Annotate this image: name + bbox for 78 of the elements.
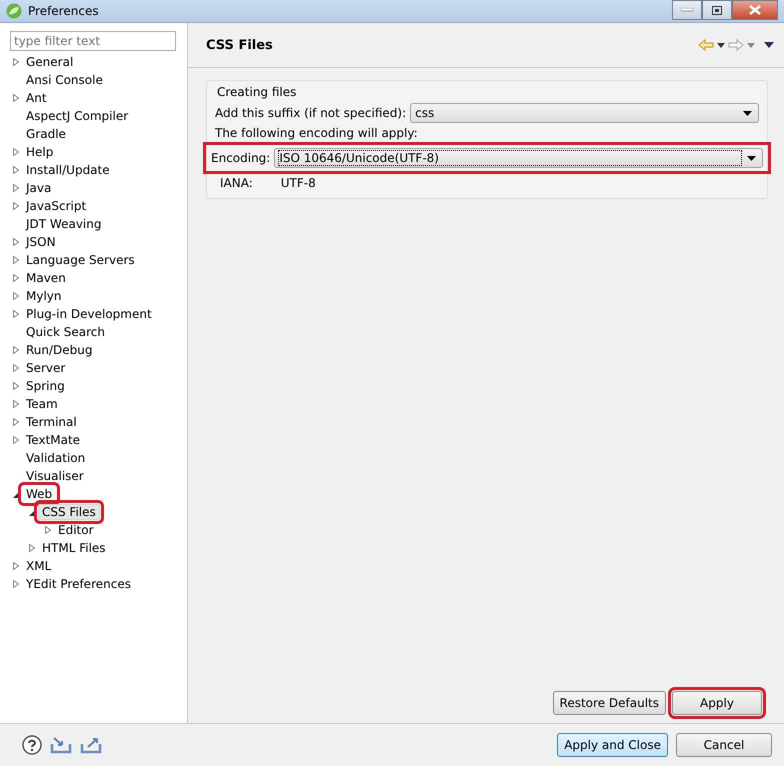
tree-item[interactable]: Ansi Console [22,72,107,88]
tree-item[interactable]: Server [22,360,70,376]
tree-item[interactable]: Spring [22,378,69,394]
tree-item[interactable]: Plug-in Development [22,306,156,322]
collapsed-arrow-icon[interactable] [13,184,19,192]
tree-item[interactable]: Java [22,180,56,196]
help-icon[interactable] [22,735,42,755]
close-icon [749,5,761,15]
collapsed-arrow-icon[interactable] [13,562,19,570]
close-button[interactable] [732,0,778,20]
encoding-label: Encoding: [211,151,270,165]
tree-item[interactable]: Mylyn [22,288,66,304]
minimize-button[interactable] [672,0,702,20]
collapsed-arrow-icon[interactable] [13,58,19,66]
group-title: Creating files [217,85,298,99]
tree-item[interactable]: JavaScript [22,198,90,214]
restore-icon [712,6,722,14]
iana-label: IANA: [220,176,253,190]
page-title: CSS Files [206,38,273,52]
suffix-label: Add this suffix (if not specified): [215,106,406,120]
collapsed-arrow-icon[interactable] [13,166,19,174]
page-button[interactable]: Restore Defaults [552,691,666,715]
tree-item[interactable]: Team [22,396,62,412]
collapsed-arrow-icon[interactable] [13,382,19,390]
collapsed-arrow-icon[interactable] [29,544,35,552]
maximize-button[interactable] [702,0,732,20]
minimize-icon [681,8,693,12]
tree-item[interactable]: General [22,54,78,70]
collapsed-arrow-icon[interactable] [13,94,19,102]
collapsed-arrow-icon[interactable] [13,148,19,156]
tree-item[interactable]: AspectJ Compiler [22,108,132,124]
dropdown-icon[interactable] [717,42,725,48]
dropdown-arrow-icon [747,156,756,160]
collapsed-arrow-icon[interactable] [13,202,19,210]
tree-item[interactable]: Install/Update [22,162,114,178]
collapsed-arrow-icon[interactable] [13,256,19,264]
tree-item[interactable]: JDT Weaving [22,216,106,232]
tree-item[interactable]: Quick Search [22,324,109,340]
collapsed-arrow-icon[interactable] [45,526,51,534]
filter-field[interactable]: type filter text [10,31,176,51]
import-icon[interactable] [50,736,72,754]
encoding-note: The following encoding will apply: [215,126,419,140]
dropdown-arrow-icon [743,110,752,116]
collapsed-arrow-icon[interactable] [13,292,19,300]
tree-item[interactable]: Run/Debug [22,342,97,358]
encoding-dropdown[interactable]: ISO 10646/Unicode(UTF-8) [274,148,763,168]
tree-item[interactable]: Editor [54,522,98,538]
window-title: Preferences [28,4,99,18]
tree-item[interactable]: TextMate [22,432,84,448]
tree-item[interactable]: Language Servers [22,252,139,268]
tree-item[interactable]: JSON [22,234,60,250]
leaf-logo-icon [6,3,22,19]
iana-value: UTF-8 [280,176,316,190]
collapsed-arrow-icon[interactable] [13,310,19,318]
collapsed-arrow-icon[interactable] [13,274,19,282]
collapsed-arrow-icon[interactable] [13,364,19,372]
suffix-dropdown[interactable]: css [410,103,759,123]
tree-item[interactable]: YEdit Preferences [22,576,135,592]
tree-item[interactable]: Gradle [22,126,70,142]
collapsed-arrow-icon[interactable] [13,580,19,588]
collapsed-arrow-icon[interactable] [13,238,19,246]
collapsed-arrow-icon[interactable] [13,346,19,354]
tree-item[interactable]: HTML Files [38,540,110,556]
tree-item[interactable]: Maven [22,270,70,286]
view-menu-icon[interactable] [764,42,774,48]
collapsed-arrow-icon[interactable] [13,436,19,444]
collapsed-arrow-icon[interactable] [13,418,19,426]
tree-item[interactable]: Terminal [22,414,81,430]
tree-item[interactable]: Validation [22,450,90,466]
tree-item[interactable]: Visualiser [22,468,88,484]
dialog-button[interactable]: Cancel [676,733,772,757]
tree-item[interactable]: Help [22,144,58,160]
collapsed-arrow-icon[interactable] [13,400,19,408]
export-icon[interactable] [80,736,102,754]
expanded-arrow-icon[interactable] [12,490,20,498]
tree-item[interactable]: XML [22,558,56,574]
tree-item[interactable]: Ant [22,90,51,106]
dialog-button[interactable]: Apply and Close [557,733,668,757]
